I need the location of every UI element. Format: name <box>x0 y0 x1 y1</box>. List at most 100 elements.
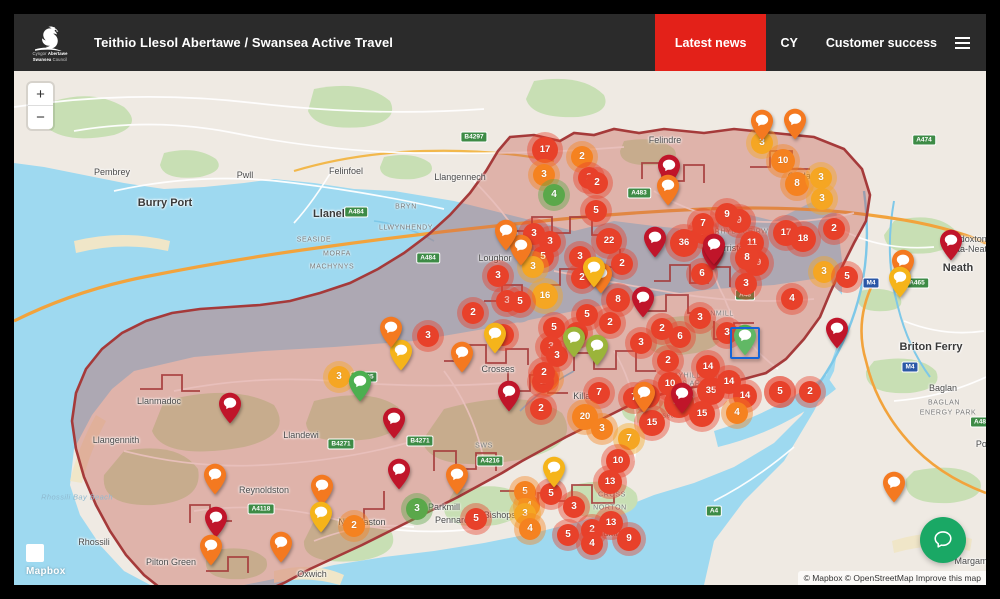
map-pin-marker[interactable] <box>882 471 906 508</box>
map-pin-marker[interactable] <box>632 381 656 418</box>
cluster-count: 18 <box>797 233 809 245</box>
map-cluster-marker[interactable]: 5 <box>764 376 796 408</box>
map-cluster-marker[interactable]: 4 <box>721 397 753 429</box>
map-cluster-marker[interactable]: 13 <box>593 465 627 499</box>
cluster-count: 2 <box>470 307 476 318</box>
cluster-count: 2 <box>619 258 625 269</box>
map-pin-marker[interactable] <box>631 286 655 323</box>
map-pin-marker[interactable] <box>382 407 406 444</box>
cluster-count: 9 <box>626 533 632 544</box>
map-pin-marker[interactable] <box>348 370 372 407</box>
map-cluster-marker[interactable]: 2 <box>794 376 826 408</box>
cluster-count: 7 <box>700 218 706 229</box>
cluster-count: 3 <box>599 423 605 434</box>
page-title: Teithio Llesol Abertawe / Swansea Active… <box>94 35 393 50</box>
map-cluster-marker[interactable]: 14 <box>691 350 725 384</box>
mapbox-attribution-logo: Mapbox <box>26 544 66 577</box>
map-cluster-marker[interactable]: 2 <box>528 357 560 389</box>
zoom-out-button[interactable]: − <box>28 106 53 129</box>
map-pin-marker[interactable] <box>445 463 469 500</box>
help-chat-button[interactable] <box>920 517 966 563</box>
map-pin-marker[interactable] <box>656 174 680 211</box>
nav-customer-success[interactable]: Customer success <box>812 14 951 71</box>
cluster-count: 4 <box>551 189 557 200</box>
map-cluster-marker[interactable]: 2 <box>525 393 557 425</box>
cluster-count: 5 <box>844 271 850 282</box>
logo-caption-line2: Swansea Council <box>32 56 68 62</box>
cluster-count: 14 <box>702 361 714 373</box>
map-cluster-marker[interactable]: 3 <box>625 327 657 359</box>
map-pin-marker[interactable] <box>643 226 667 263</box>
map-attribution[interactable]: © Mapbox © OpenStreetMap Improve this ma… <box>797 571 986 585</box>
map-cluster-marker[interactable]: 5 <box>831 261 863 293</box>
cluster-count: 8 <box>615 294 621 305</box>
map-cluster-marker[interactable]: 2 <box>338 510 370 542</box>
map-pin-marker[interactable] <box>199 534 223 571</box>
map-pin-marker[interactable] <box>783 108 807 145</box>
map-cluster-marker[interactable]: 2 <box>818 213 850 245</box>
cluster-count: 2 <box>351 520 357 531</box>
map-pin-marker[interactable] <box>218 392 242 429</box>
map-pin-marker[interactable] <box>494 219 518 256</box>
map-pin-marker[interactable] <box>203 463 227 500</box>
map-pin-marker[interactable] <box>387 458 411 495</box>
nav-language-cy[interactable]: CY <box>766 14 811 71</box>
map-cluster-marker[interactable]: 4 <box>576 528 608 560</box>
cluster-count: 15 <box>696 408 708 420</box>
map-cluster-marker[interactable]: 4 <box>538 179 570 211</box>
cluster-count: 4 <box>527 523 533 534</box>
map-pin-marker[interactable] <box>670 382 694 419</box>
map-pin-marker[interactable] <box>450 341 474 378</box>
map-cluster-marker[interactable]: 3 <box>806 183 838 215</box>
map-pin-marker[interactable] <box>750 109 774 146</box>
nav-latest-news[interactable]: Latest news <box>654 14 767 71</box>
map-cluster-marker[interactable]: 3 <box>412 320 444 352</box>
map-cluster-marker[interactable]: 8 <box>730 241 764 275</box>
cluster-count: 8 <box>794 178 800 189</box>
cluster-count: 5 <box>565 529 571 540</box>
map-pin-marker[interactable] <box>825 317 849 354</box>
cluster-count: 3 <box>541 169 547 180</box>
cluster-count: 17 <box>539 144 551 156</box>
map-pin-marker[interactable] <box>497 380 521 417</box>
swansea-council-logo[interactable]: Cyngor Abertawe Swansea Council <box>14 14 86 71</box>
cluster-count: 5 <box>777 386 783 397</box>
mapbox-wordmark[interactable]: Mapbox <box>26 566 66 577</box>
map-info-button[interactable] <box>26 544 44 562</box>
map-cluster-marker[interactable]: 9 <box>612 522 646 556</box>
cluster-count: 3 <box>724 327 730 338</box>
map-pin-marker[interactable] <box>939 229 963 266</box>
map-pin-marker[interactable] <box>483 322 507 359</box>
cluster-count: 2 <box>665 355 671 366</box>
map-cluster-marker[interactable]: 18 <box>785 221 821 257</box>
map-pin-marker[interactable] <box>269 531 293 568</box>
map-pin-marker[interactable] <box>888 266 912 303</box>
site-header: Cyngor Abertawe Swansea Council Teithio … <box>14 14 986 71</box>
cluster-count: 3 <box>554 350 560 361</box>
map-cluster-marker[interactable]: 3 <box>401 493 433 525</box>
map-cluster-marker[interactable]: 4 <box>776 283 808 315</box>
map-cluster-marker[interactable]: 4 <box>514 513 546 545</box>
map-viewport[interactable]: + − Pembrey Burry Port Pwll Llanelli SEASIDE… <box>14 71 986 585</box>
zoom-in-button[interactable]: + <box>28 83 53 106</box>
application-window: Cyngor Abertawe Swansea Council Teithio … <box>14 14 986 585</box>
map-pin-marker[interactable] <box>585 334 609 371</box>
cluster-count: 4 <box>589 538 595 549</box>
map-pin-marker[interactable] <box>582 256 606 293</box>
cluster-count: 3 <box>495 270 501 281</box>
map-pin-marker[interactable] <box>702 233 726 270</box>
map-pin-marker[interactable] <box>562 326 586 363</box>
cluster-count: 3 <box>336 371 342 382</box>
cluster-count: 5 <box>593 205 599 216</box>
cluster-count: 5 <box>517 296 523 307</box>
map-pin-marker[interactable] <box>309 501 333 538</box>
map-pin-marker[interactable] <box>542 456 566 493</box>
map-cluster-marker[interactable]: 5 <box>504 286 536 318</box>
cluster-count: 5 <box>584 309 590 320</box>
hamburger-menu-icon[interactable] <box>951 14 986 71</box>
cluster-count: 3 <box>414 503 420 514</box>
map-pin-marker[interactable] <box>379 316 403 353</box>
map-cluster-marker[interactable]: 5 <box>460 503 492 535</box>
map-pin-marker-selected[interactable] <box>730 324 760 361</box>
cluster-count: 2 <box>538 403 544 414</box>
